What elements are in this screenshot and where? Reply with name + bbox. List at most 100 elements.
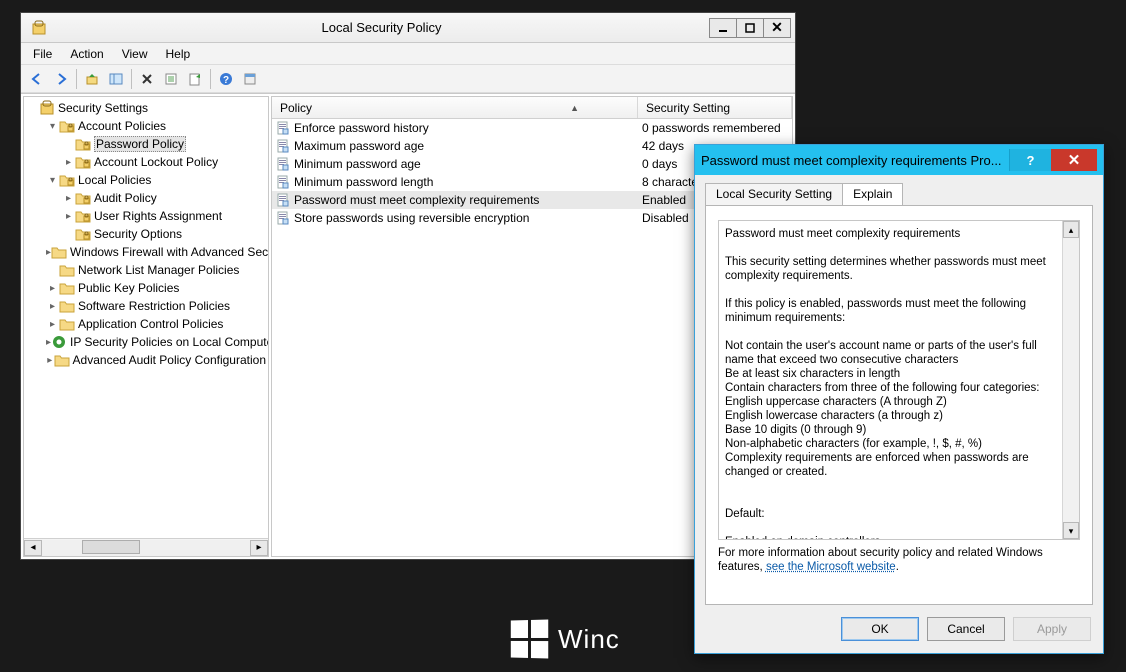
tree-item[interactable]: ▾ Account Policies — [26, 117, 266, 135]
delete-icon[interactable] — [136, 68, 158, 90]
folder-policy-icon — [75, 208, 91, 224]
tree-item[interactable]: ▸ Public Key Policies — [26, 279, 266, 297]
show-hide-tree-icon[interactable] — [105, 68, 127, 90]
policy-doc-icon — [276, 139, 290, 153]
tree-item[interactable]: ▸ Software Restriction Policies — [26, 297, 266, 315]
column-policy[interactable]: Policy ▲ — [272, 97, 638, 118]
column-policy-label: Policy — [280, 101, 312, 115]
folder-icon — [54, 352, 70, 368]
tree-item-label: IP Security Policies on Local Compute — [70, 335, 268, 349]
tree-item[interactable]: ▸IP Security Policies on Local Compute — [26, 333, 266, 351]
folder-icon — [59, 262, 75, 278]
properties-dialog: Password must meet complexity requiremen… — [694, 144, 1104, 654]
maximize-button[interactable] — [736, 18, 764, 38]
scroll-down-icon[interactable]: ▾ — [1063, 522, 1079, 539]
policy-name: Password must meet complexity requiremen… — [294, 193, 539, 207]
tree-item-label: Account Lockout Policy — [94, 155, 218, 169]
forward-icon[interactable] — [50, 68, 72, 90]
content-area: Security Settings ▾ Account Policies Passwo… — [21, 93, 795, 559]
tree-body[interactable]: Security Settings ▾ Account Policies Passwo… — [24, 97, 268, 538]
twisty-icon[interactable]: ▸ — [62, 193, 75, 204]
twisty-icon[interactable]: ▸ — [62, 157, 75, 168]
twisty-icon[interactable]: ▸ — [46, 301, 59, 312]
minimize-button[interactable] — [709, 18, 737, 38]
tree-item[interactable]: ▸ Account Lockout Policy — [26, 153, 266, 171]
sort-indicator-icon: ▲ — [570, 103, 629, 113]
tab-explain[interactable]: Explain — [842, 183, 903, 205]
twisty-icon[interactable]: ▸ — [62, 211, 75, 222]
policy-name: Store passwords using reversible encrypt… — [294, 211, 529, 225]
tree-item-label: User Rights Assignment — [94, 209, 222, 223]
dialog-close-button[interactable]: ✕ — [1051, 149, 1097, 171]
folder-policy-icon — [75, 154, 91, 170]
properties-icon[interactable] — [239, 68, 261, 90]
dialog-title-bar[interactable]: Password must meet complexity requiremen… — [695, 145, 1103, 175]
apply-button[interactable]: Apply — [1013, 617, 1091, 641]
folder-policy-icon — [75, 226, 91, 242]
tree-item[interactable]: ▸ Application Control Policies — [26, 315, 266, 333]
tree-item[interactable]: ▸Audit Policy — [26, 189, 266, 207]
up-icon[interactable] — [81, 68, 103, 90]
cancel-button[interactable]: Cancel — [927, 617, 1005, 641]
security-settings-icon — [39, 100, 55, 116]
tree-item[interactable]: ▸ User Rights Assignment — [26, 207, 266, 225]
tree-item[interactable]: Password Policy — [26, 135, 266, 153]
tab-strip: Local Security Setting Explain — [705, 183, 1093, 205]
tree-item-label: Software Restriction Policies — [78, 299, 230, 313]
tree-item-label: Password Policy — [94, 136, 186, 152]
scroll-left-icon[interactable]: ◂ — [24, 540, 42, 556]
tree-horizontal-scrollbar[interactable]: ◂ ▸ — [24, 538, 268, 556]
column-security-setting[interactable]: Security Setting — [638, 97, 792, 118]
help-icon[interactable]: ? — [215, 68, 237, 90]
app-icon — [31, 20, 47, 36]
scroll-right-icon[interactable]: ▸ — [250, 540, 268, 556]
policy-name: Enforce password history — [294, 121, 429, 135]
explain-text: Password must meet complexity requiremen… — [725, 227, 1073, 540]
scroll-up-icon[interactable]: ▴ — [1063, 221, 1079, 238]
tree-root[interactable]: Security Settings — [26, 99, 266, 117]
policy-row[interactable]: Enforce password history0 passwords reme… — [272, 119, 792, 137]
local-security-policy-window: Local Security Policy ✕ File Action View… — [20, 12, 796, 560]
twisty-icon[interactable]: ▸ — [46, 355, 54, 366]
dialog-help-button[interactable]: ? — [1009, 149, 1051, 171]
tab-local-security-setting[interactable]: Local Security Setting — [705, 183, 843, 205]
tree-root-label: Security Settings — [58, 101, 148, 115]
back-icon[interactable] — [26, 68, 48, 90]
more-info-suffix: . — [896, 561, 899, 573]
twisty-icon[interactable]: ▾ — [46, 175, 59, 186]
twisty-icon[interactable]: ▾ — [46, 121, 59, 132]
tree-item[interactable]: ▸Windows Firewall with Advanced Secu — [26, 243, 266, 261]
tree-item-label: Public Key Policies — [78, 281, 179, 295]
twisty-icon[interactable]: ▸ — [46, 283, 59, 294]
tree-item[interactable]: Security Options — [26, 225, 266, 243]
microsoft-website-link[interactable]: see the Microsoft website — [766, 561, 896, 573]
tree-item[interactable]: ▸Advanced Audit Policy Configuration — [26, 351, 266, 369]
scrollbar-thumb[interactable] — [82, 540, 140, 554]
policy-doc-icon — [276, 211, 290, 225]
twisty-icon[interactable]: ▸ — [46, 319, 59, 330]
folder-policy-icon — [75, 190, 91, 206]
menu-action[interactable]: Action — [62, 45, 111, 63]
ipsec-icon — [51, 334, 67, 350]
menu-help[interactable]: Help — [158, 45, 199, 63]
tree-item-label: Application Control Policies — [78, 317, 223, 331]
ok-button[interactable]: OK — [841, 617, 919, 641]
export-icon[interactable] — [184, 68, 206, 90]
menu-view[interactable]: View — [114, 45, 156, 63]
tree-item-label: Local Policies — [78, 173, 151, 187]
policy-doc-icon — [276, 193, 290, 207]
explain-textbox[interactable]: Password must meet complexity requiremen… — [718, 220, 1080, 540]
vertical-scrollbar[interactable]: ▴ ▾ — [1062, 221, 1079, 539]
dialog-buttons: OK Cancel Apply — [695, 611, 1103, 653]
close-button[interactable]: ✕ — [763, 18, 791, 38]
folder-policy-icon — [59, 118, 75, 134]
windows-logo-icon — [511, 619, 548, 658]
tree-item[interactable]: ▾ Local Policies — [26, 171, 266, 189]
policy-doc-icon — [276, 121, 290, 135]
tree-item-label: Account Policies — [78, 119, 166, 133]
tree-item[interactable]: Network List Manager Policies — [26, 261, 266, 279]
title-bar[interactable]: Local Security Policy ✕ — [21, 13, 795, 43]
list-header[interactable]: Policy ▲ Security Setting — [272, 97, 792, 119]
menu-file[interactable]: File — [25, 45, 60, 63]
refresh-icon[interactable] — [160, 68, 182, 90]
